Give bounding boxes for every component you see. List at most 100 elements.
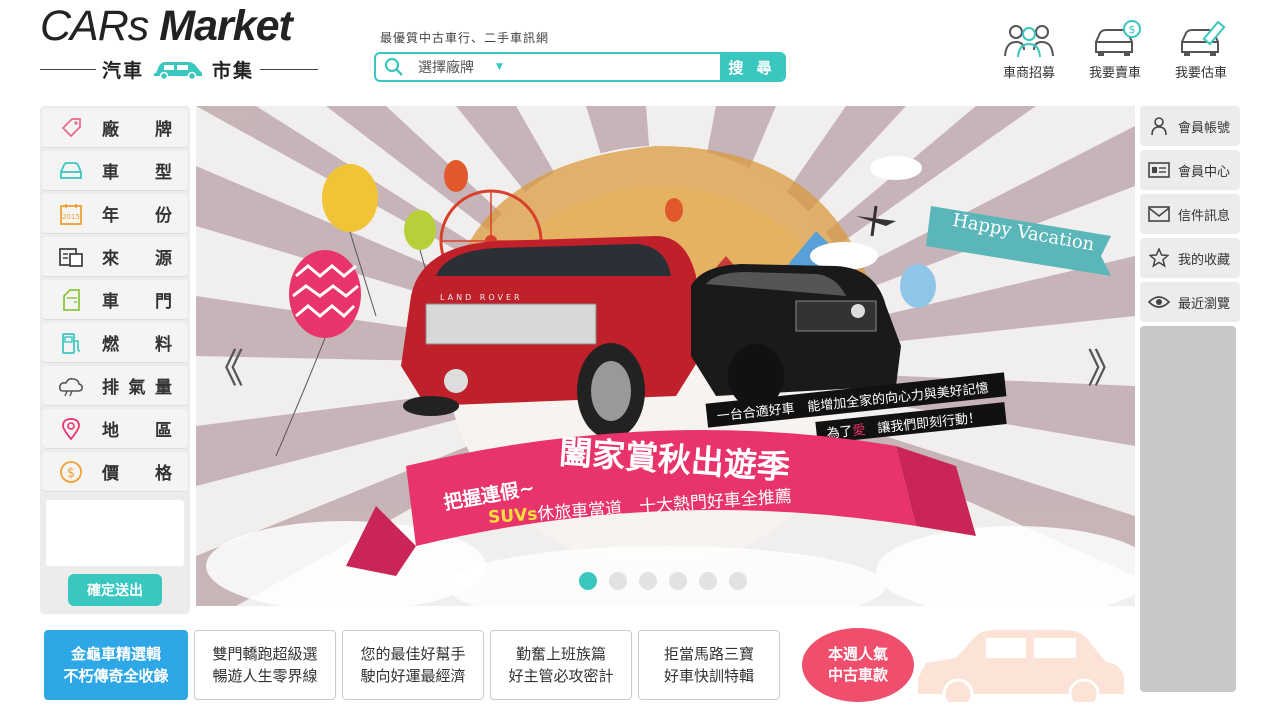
article-line1: 拒當馬路三寶 [663, 645, 754, 663]
filter-label: 排氣量 [102, 378, 172, 398]
tagline: 最優質中古車行、二手車訊網 [380, 31, 550, 45]
door-icon [58, 287, 84, 313]
sell-car-icon: $ [1095, 20, 1141, 56]
calendar-icon: 2015 [58, 201, 84, 227]
filter-label: 年份 [102, 206, 172, 226]
exhaust-icon [58, 373, 84, 399]
banner-dot[interactable] [579, 572, 597, 590]
mail-icon [1148, 203, 1170, 225]
brand-select[interactable]: 選擇廠牌 ▼ [412, 57, 712, 77]
article-line1: 勤奮上班族篇 [515, 645, 606, 663]
banner-dot[interactable] [669, 572, 687, 590]
article-line1: 您的最佳好幫手 [360, 645, 466, 663]
article-line2: 不朽傳奇全收錄 [63, 667, 169, 685]
search-icon [376, 54, 412, 80]
banner-prev-button[interactable]: 《 [204, 336, 244, 394]
logo-title-light: CARs [40, 2, 149, 50]
logo-sub-right: 市集 [212, 59, 255, 82]
svg-text:$: $ [1129, 23, 1136, 36]
filter-label: 來源 [102, 249, 172, 269]
filter-label: 地區 [102, 421, 172, 441]
article-line2: 暢遊人生零界線 [212, 667, 318, 685]
logo-title-bold: Market [159, 2, 293, 50]
recent-views-panel [1140, 326, 1236, 692]
filter-region[interactable]: 地區 [42, 409, 188, 449]
filter-brand[interactable]: 廠牌 [42, 108, 188, 148]
article-line2: 好車快訓特輯 [663, 667, 754, 685]
brand-select-label: 選擇廠牌 [418, 60, 474, 76]
article-line2: 好主管必攻密計 [508, 667, 614, 685]
banner-illustration: Happy Vacation LAND ROVER 一台合適好車 能增加全家的向… [196, 106, 1135, 606]
search-button[interactable]: 搜 尋 [720, 54, 784, 80]
filter-price[interactable]: $ 價格 [42, 452, 188, 492]
logo-subtitle: 汽車 市集 [40, 56, 340, 82]
top-action-label: 我要賣車 [1088, 66, 1141, 81]
member-menu-label: 最近瀏覽 [1178, 296, 1231, 312]
filter-label: 燃料 [102, 335, 172, 355]
article-line1: 金龜車精選輯 [70, 645, 161, 663]
dealer-recruit-link[interactable]: 車商招募 [986, 20, 1072, 81]
article-card[interactable]: 勤奮上班族篇 好主管必攻密計 [490, 630, 632, 700]
sell-car-link[interactable]: $ 我要賣車 [1072, 20, 1158, 81]
top-action-label: 我要估車 [1174, 66, 1227, 81]
article-line2: 駛向好運最經濟 [360, 667, 466, 685]
filter-car-type[interactable]: 車型 [42, 151, 188, 191]
filter-year[interactable]: 2015 年份 [42, 194, 188, 234]
tag-icon [58, 115, 84, 141]
banner-dot[interactable] [729, 572, 747, 590]
filter-source[interactable]: 來源 [42, 237, 188, 277]
svg-text:2015: 2015 [62, 213, 80, 221]
popular-line1: 本週人氣 [827, 645, 888, 663]
banner-dot[interactable] [639, 572, 657, 590]
messages-link[interactable]: 信件訊息 [1140, 194, 1240, 234]
filter-label: 廠牌 [102, 120, 172, 140]
member-menu-label: 會員中心 [1178, 164, 1231, 180]
article-card[interactable]: 拒當馬路三寶 好車快訓特輯 [638, 630, 780, 700]
filter-sidebar: 廠牌 車型 2015 年份 來源 車門 燃料 排氣量 地 區 $ 價 格 確定送… [40, 106, 190, 614]
star-icon [1148, 247, 1170, 269]
submit-button[interactable]: 確定送出 [68, 574, 162, 606]
id-card-icon [1148, 159, 1170, 181]
search-bar: 選擇廠牌 ▼ 搜 尋 [374, 52, 786, 82]
article-card[interactable]: 雙門轎跑超級選 暢遊人生零界線 [194, 630, 336, 700]
divider [260, 68, 319, 70]
divider [40, 68, 96, 70]
banner-next-button[interactable]: 》 [1087, 336, 1127, 394]
source-icon [58, 244, 84, 270]
banner-dot[interactable] [609, 572, 627, 590]
location-icon [58, 416, 84, 442]
fuel-icon [58, 330, 84, 356]
member-account-link[interactable]: 會員帳號 [1140, 106, 1240, 146]
article-line1: 雙門轎跑超級選 [212, 645, 318, 663]
filter-label: 價格 [102, 464, 172, 484]
car-type-icon [58, 158, 84, 184]
eye-icon [1148, 291, 1170, 313]
member-sidebar: 會員帳號 會員中心 信件訊息 我的收藏 最近瀏覽 [1140, 106, 1240, 696]
top-actions: 車商招募 $ 我要賣車 我要估車 [986, 20, 1244, 81]
member-center-link[interactable]: 會員中心 [1140, 150, 1240, 190]
filter-fuel[interactable]: 燃料 [42, 323, 188, 363]
popular-cars-badge[interactable]: 本週人氣 中古車款 [802, 628, 914, 702]
hero-banner[interactable]: Happy Vacation LAND ROVER 一台合適好車 能增加全家的向… [196, 106, 1135, 606]
logo-sub-left: 汽車 [102, 59, 145, 82]
svg-text:$: $ [67, 466, 75, 481]
price-icon: $ [58, 459, 84, 485]
popular-line2: 中古車款 [827, 666, 888, 684]
article-card[interactable]: 您的最佳好幫手 駛向好運最經濟 [342, 630, 484, 700]
recruit-people-icon [1004, 25, 1054, 58]
filter-label: 車門 [102, 292, 172, 312]
article-card[interactable]: 金龜車精選輯 不朽傳奇全收錄 [44, 630, 188, 700]
estimate-car-link[interactable]: 我要估車 [1158, 20, 1244, 81]
user-icon [1148, 115, 1170, 137]
grille-text: LAND ROVER [440, 293, 523, 302]
site-logo[interactable]: CARs Market 汽車 市集 [40, 2, 340, 82]
favorites-link[interactable]: 我的收藏 [1140, 238, 1240, 278]
banner-pagination [579, 572, 759, 590]
member-menu-label: 我的收藏 [1178, 252, 1231, 268]
filter-exhaust[interactable]: 排氣量 [42, 366, 188, 406]
recent-views-link[interactable]: 最近瀏覽 [1140, 282, 1240, 322]
banner-dot[interactable] [699, 572, 717, 590]
filter-input-area[interactable] [46, 500, 184, 566]
featured-articles: 金龜車精選輯 不朽傳奇全收錄 雙門轎跑超級選 暢遊人生零界線 您的最佳好幫手 駛… [44, 630, 786, 700]
filter-door[interactable]: 車門 [42, 280, 188, 320]
